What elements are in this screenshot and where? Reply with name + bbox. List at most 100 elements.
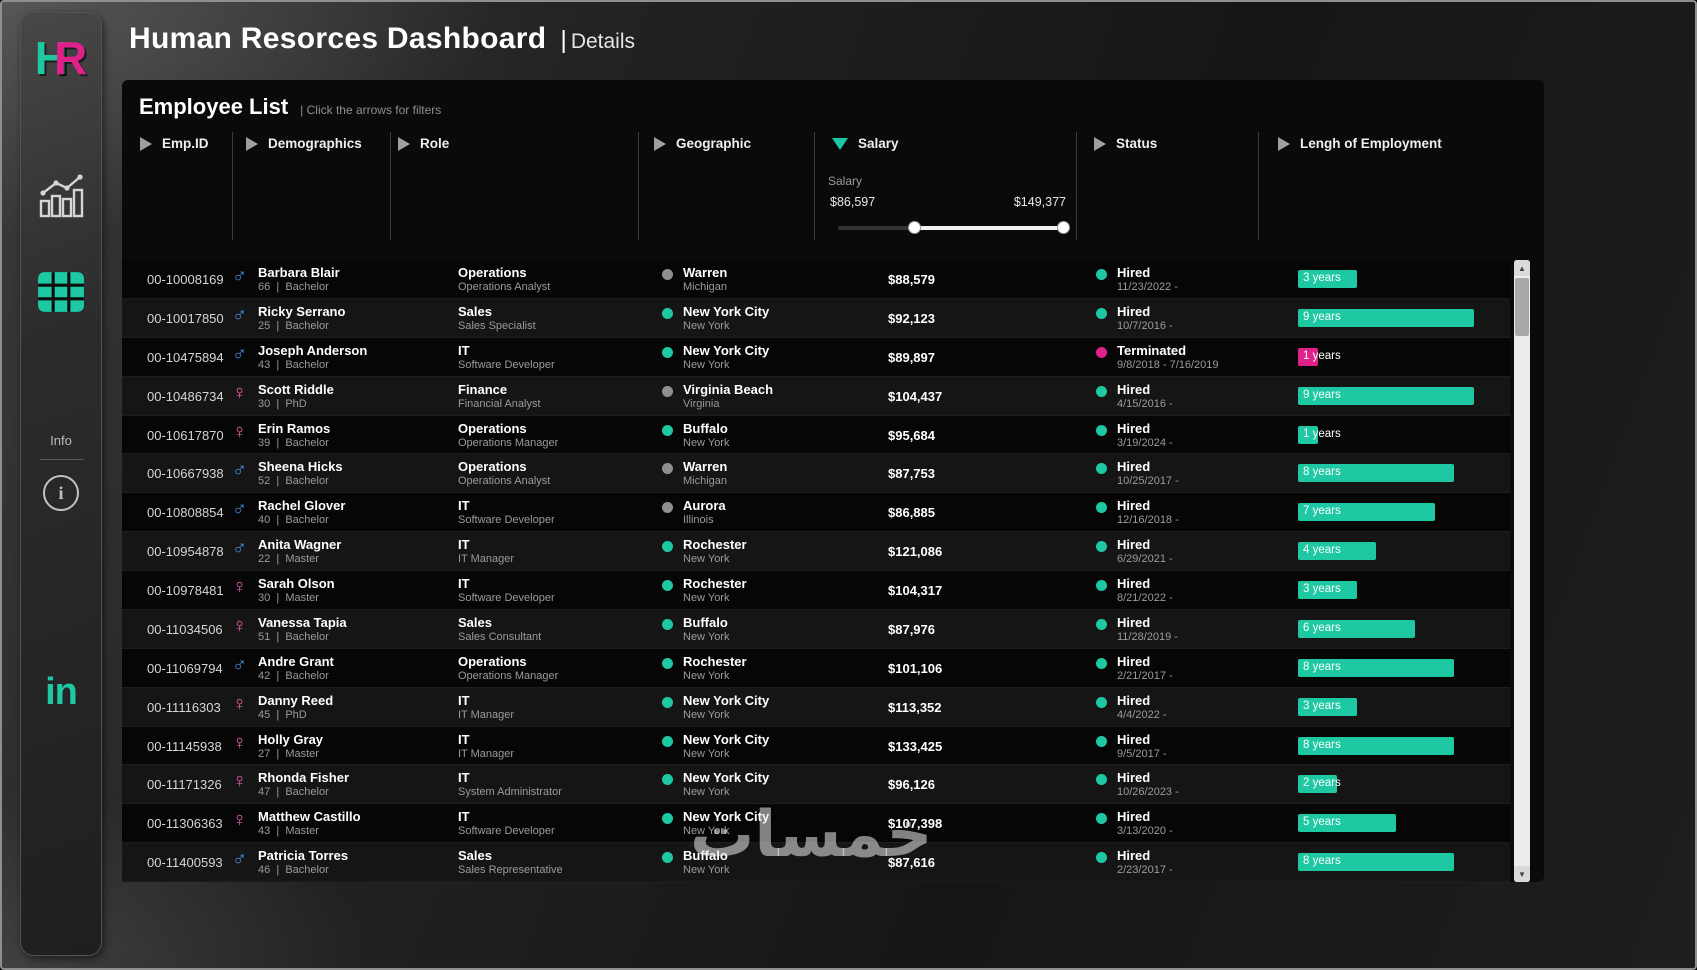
table-row[interactable]: 00-10617870 ♀ Erin Ramos 39 | Bachelor O… — [122, 415, 1510, 455]
scrollbar-up-button[interactable]: ▲ — [1514, 260, 1530, 276]
employee-name: Erin Ramos — [258, 420, 331, 436]
status-dot — [1096, 424, 1107, 436]
employee-status: Hired — [1117, 537, 1151, 553]
table-row[interactable]: 00-11171326 ♀ Rhonda Fisher 47 | Bachelo… — [122, 765, 1510, 805]
employment-length-bar: 7 years — [1298, 503, 1435, 522]
slider-selected-range — [914, 226, 1064, 230]
table-row[interactable]: 00-10008169 ♂ Barbara Blair 66 | Bachelo… — [122, 260, 1510, 299]
employee-salary: $101,106 — [888, 660, 943, 676]
employee-meta: 40 | Bachelor — [258, 514, 329, 527]
table-row[interactable]: 00-10978481 ♀ Sarah Olson 30 | Master IT… — [122, 571, 1510, 610]
filter-role[interactable]: Role — [398, 136, 449, 151]
filter-arrow-icon[interactable] — [1094, 136, 1106, 151]
employee-name: Rachel Glover — [258, 498, 346, 514]
employee-salary: $104,437 — [888, 388, 943, 404]
table-row[interactable]: 00-11306363 ♀ Matthew Castillo 43 | Mast… — [122, 804, 1510, 844]
filter-demographics[interactable]: Demographics — [246, 136, 362, 151]
employee-meta: 27 | Master — [258, 747, 319, 760]
employee-id: 00-11034506 — [147, 621, 223, 637]
salary-range-slider[interactable] — [828, 220, 1070, 236]
employment-length-label: 9 years — [1303, 310, 1341, 323]
employee-salary: $121,086 — [888, 544, 943, 560]
nav-details-button[interactable] — [21, 271, 101, 318]
employee-meta: 43 | Master — [258, 825, 319, 838]
slider-handle-max[interactable] — [1057, 221, 1070, 234]
linkedin-icon[interactable]: in — [21, 671, 101, 714]
table-row[interactable]: 00-10954878 ♂ Anita Wagner 22 | Master I… — [122, 532, 1510, 571]
scrollbar-down-button[interactable]: ▼ — [1514, 866, 1530, 882]
table-row[interactable]: 00-10017850 ♂ Ricky Serrano 25 | Bachelo… — [122, 298, 1510, 338]
filter-arrow-icon[interactable] — [654, 136, 666, 151]
location-dot — [662, 541, 673, 553]
filter-divider — [1258, 132, 1259, 240]
filter-label: Demographics — [268, 136, 362, 151]
filter-label: Status — [1116, 136, 1158, 151]
gender-icon: ♀ — [232, 614, 247, 637]
employment-length-bar: 2 years — [1298, 775, 1341, 794]
location-dot — [662, 774, 673, 786]
employee-meta: 43 | Bachelor — [258, 358, 329, 371]
page-title: Human Resorces Dashboard — [129, 22, 547, 55]
employment-length-bar: 8 years — [1298, 853, 1454, 872]
scrollbar-thumb[interactable] — [1515, 278, 1529, 336]
status-dot — [1096, 307, 1107, 319]
hr-logo[interactable]: HR — [21, 31, 101, 85]
table-row[interactable]: 00-11116303 ♀ Danny Reed 45 | PhD IT IT … — [122, 687, 1510, 727]
employee-state: New York — [683, 669, 730, 682]
table-scrollbar[interactable]: ▲ ▼ — [1514, 260, 1530, 882]
employee-status: Hired — [1117, 459, 1151, 475]
employee-role: Operations Analyst — [458, 281, 551, 293]
employee-state: New York — [683, 319, 730, 332]
employment-dates: 10/26/2023 - — [1117, 786, 1179, 799]
filter-divider — [390, 132, 391, 240]
employee-salary: $96,126 — [888, 777, 935, 793]
filter-length-of-employment[interactable]: Lengh of Employment — [1278, 136, 1442, 151]
employment-dates: 8/21/2022 - — [1117, 592, 1173, 604]
employment-length-bar: 5 years — [1298, 814, 1396, 833]
employee-department: Sales — [458, 303, 492, 319]
filter-arrow-icon[interactable] — [140, 136, 152, 151]
info-button[interactable]: i — [21, 475, 101, 511]
employee-name: Andre Grant — [258, 653, 334, 669]
table-row[interactable]: 00-10667938 ♂ Sheena Hicks 52 | Bachelor… — [122, 454, 1510, 494]
employment-length-bar: 6 years — [1298, 619, 1415, 638]
employee-id: 00-10008169 — [147, 272, 224, 287]
filter-arrow-icon[interactable] — [398, 136, 410, 151]
filter-arrow-icon[interactable] — [1278, 136, 1290, 151]
employee-department: IT — [458, 731, 470, 747]
nav-overview-button[interactable] — [21, 171, 101, 226]
filter-geographic[interactable]: Geographic — [654, 136, 751, 151]
employee-salary: $86,885 — [888, 505, 935, 521]
filter-emp-id[interactable]: Emp.ID — [140, 136, 209, 151]
employee-status: Hired — [1117, 653, 1151, 669]
filter-arrow-icon[interactable] — [246, 136, 258, 151]
table-row[interactable]: 00-11145938 ♀ Holly Gray 27 | Master IT … — [122, 726, 1510, 766]
employee-department: IT — [458, 342, 470, 358]
table-row[interactable]: 00-10486734 ♀ Scott Riddle 30 | PhD Fina… — [122, 376, 1510, 416]
employee-state: New York — [683, 553, 730, 566]
employee-meta: 66 | Bachelor — [258, 281, 329, 293]
employee-status: Terminated — [1117, 342, 1187, 358]
info-label: Info — [50, 433, 72, 448]
filter-arrow-down-icon[interactable] — [832, 137, 848, 150]
employee-name: Barbara Blair — [258, 265, 340, 280]
employee-name: Patricia Torres — [258, 848, 349, 864]
employment-length-bar: 3 years — [1298, 581, 1357, 599]
employee-department: IT — [458, 770, 470, 786]
table-row[interactable]: 00-10475894 ♂ Joseph Anderson 43 | Bache… — [122, 337, 1510, 377]
employee-id: 00-10978481 — [147, 583, 224, 598]
table-row[interactable]: 00-11400593 ♂ Patricia Torres 46 | Bache… — [122, 843, 1510, 882]
employee-id: 00-10486734 — [147, 388, 224, 404]
gender-icon: ♂ — [232, 537, 247, 560]
table-row[interactable]: 00-10808854 ♂ Rachel Glover 40 | Bachelo… — [122, 493, 1510, 533]
employee-meta: 22 | Master — [258, 553, 319, 566]
employee-department: Operations — [458, 420, 527, 436]
filter-salary[interactable]: Salary — [832, 136, 899, 151]
filter-status[interactable]: Status — [1094, 136, 1157, 151]
employee-id: 00-10017850 — [147, 310, 224, 326]
employment-dates: 10/7/2016 - — [1117, 319, 1173, 332]
location-dot — [662, 735, 673, 747]
table-row[interactable]: 00-11034506 ♀ Vanessa Tapia 51 | Bachelo… — [122, 609, 1510, 649]
table-row[interactable]: 00-11069794 ♂ Andre Grant 42 | Bachelor … — [122, 648, 1510, 688]
slider-handle-min[interactable] — [908, 221, 921, 234]
